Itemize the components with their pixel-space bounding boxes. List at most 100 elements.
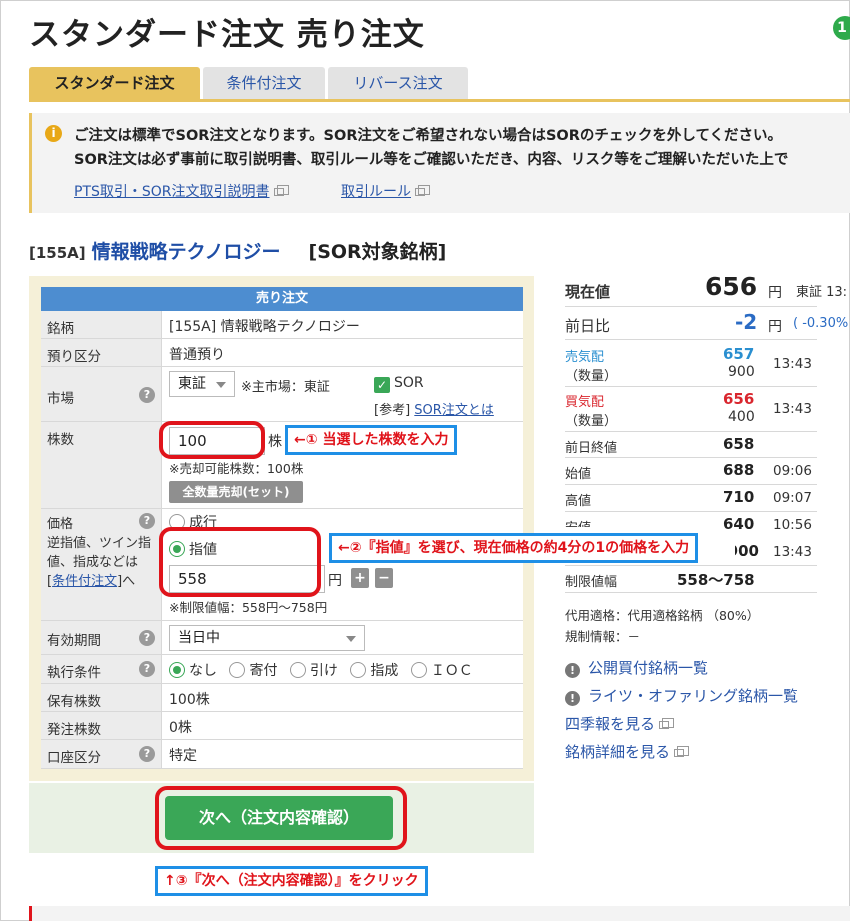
info-icon: i	[45, 125, 62, 142]
radio-button[interactable]	[410, 662, 427, 678]
help-icon[interactable]: ?	[139, 661, 155, 677]
ordered-value: 0株	[169, 720, 192, 736]
radio-button[interactable]	[289, 662, 306, 678]
public-offering-link-row[interactable]: ! 公開買付銘柄一覧	[565, 657, 708, 678]
notice-line-2: SOR注文は必ず事前に取引説明書、取引ルール等をご確認いただき、内容、リスク等を…	[74, 152, 789, 168]
annotation-step-2: ←②『指値』を選び、現在価格の約4分の1の価格を入力	[329, 533, 699, 563]
sell-all-button[interactable]: 全数量売却(セット)	[169, 481, 303, 503]
divider	[565, 592, 817, 593]
condition-open[interactable]: 寄付	[229, 662, 277, 679]
notice-link-pts[interactable]: PTS取引・SOR注文取引説明書	[74, 181, 289, 201]
shares-unit: 株	[268, 434, 282, 450]
annotation-step-3: ↑③『次へ（注文内容確認）』をクリック	[155, 866, 428, 896]
limit-range-value: 558〜758	[677, 571, 755, 589]
conditional-order-link[interactable]: 条件付注文	[52, 574, 117, 589]
low-label: 安値	[565, 517, 591, 527]
open-label: 始値	[565, 467, 592, 482]
bid-time: 13:43	[773, 401, 812, 417]
page-title: スタンダード注文 売り注文	[29, 17, 425, 53]
row-account: 口座区分 ? 特定	[41, 740, 523, 769]
row-holding: 保有株数 100株	[41, 684, 523, 712]
condition-none[interactable]: なし	[169, 662, 217, 679]
check-icon[interactable]: ✓	[374, 377, 390, 393]
sor-checkbox[interactable]: ✓ SOR	[374, 375, 424, 393]
trading-rules-link[interactable]: 取引ルール	[341, 184, 411, 200]
available-shares-note: ※売却可能株数：100株	[169, 461, 304, 476]
tab-underline	[29, 99, 850, 102]
help-icon[interactable]: ?	[139, 513, 155, 529]
highlight-next-button	[155, 786, 407, 850]
row-label: 発注株数	[41, 712, 162, 739]
ask-time: 13:43	[773, 356, 812, 372]
divider	[565, 306, 817, 307]
row-label: 預り区分	[41, 339, 162, 366]
row-market: 市場 ? 東証 ※主市場：東証 ✓ SOR [参考] SOR注文とは	[41, 367, 523, 422]
stock-detail-link-row[interactable]: 銘柄詳細を見る	[565, 741, 690, 762]
custody-value: 普通預り	[169, 347, 225, 363]
tab-conditional-order[interactable]: 条件付注文	[203, 67, 325, 99]
rights-offering-link[interactable]: ライツ・オファリング銘柄一覧	[588, 687, 798, 705]
row-label: 株数	[41, 422, 162, 508]
bid-label: 買気配	[565, 395, 605, 410]
bid-qty-label: （数量）	[565, 414, 618, 429]
radio-button-selected[interactable]	[169, 662, 185, 678]
chevron-down-icon	[216, 382, 226, 388]
notice-link-rules[interactable]: 取引ルール	[341, 181, 430, 201]
ask-label: 売気配	[565, 350, 605, 365]
condition-close[interactable]: 引け	[289, 662, 338, 679]
prev-close-value: 658	[723, 435, 755, 453]
stock-detail-link[interactable]: 銘柄詳細を見る	[565, 743, 670, 761]
collateral-info: 代用適格：代用適格銘柄 （80%）	[565, 608, 760, 623]
current-price-value: 656	[705, 272, 758, 301]
market-select[interactable]: 東証	[169, 371, 235, 397]
change-label: 前日比	[565, 317, 611, 335]
tab-standard-order[interactable]: スタンダード注文	[29, 67, 200, 99]
account-value: 特定	[169, 748, 197, 764]
notification-badge[interactable]: 1	[833, 16, 850, 40]
change-value: -2	[735, 310, 758, 334]
condition-ioc[interactable]: ＩＯＣ	[410, 662, 473, 679]
annotation-step-1: ←① 当選した株数を入力	[285, 425, 458, 455]
row-azukari: 預り区分 普通預り	[41, 339, 523, 367]
row-label: 保有株数	[41, 684, 162, 711]
open-value: 688	[723, 461, 755, 479]
help-icon[interactable]: ?	[139, 387, 155, 403]
shikiho-link[interactable]: 四季報を見る	[565, 715, 655, 733]
price-minus-button[interactable]: −	[375, 568, 393, 588]
regulation-info: 規制情報：－	[565, 629, 641, 644]
alert-icon: !	[565, 663, 580, 678]
limit-range-label: 制限値幅	[565, 575, 618, 590]
help-icon[interactable]: ?	[139, 746, 155, 762]
sor-explanation-link[interactable]: SOR注文とは	[414, 403, 494, 418]
highlight-price	[159, 527, 321, 597]
divider	[565, 565, 817, 566]
notice-line-1: ご注文は標準でSOR注文となります。SOR注文をご希望されない場合はSORのチェ…	[74, 128, 783, 144]
ask-qty: 900	[728, 364, 755, 380]
condition-options: なし 寄付 引け 指成 ＩＯＣ	[169, 660, 473, 680]
row-meigara: 銘柄 [155A] 情報戦略テクノロジー	[41, 311, 523, 339]
help-icon[interactable]: ?	[139, 630, 155, 646]
holding-value: 100株	[169, 692, 210, 708]
shikiho-link-row[interactable]: 四季報を見る	[565, 713, 675, 734]
bottom-notice-strip	[29, 906, 850, 921]
external-window-icon	[415, 185, 430, 196]
stock-name-link[interactable]: 情報戦略テクノロジー	[92, 241, 281, 263]
price-plus-button[interactable]: +	[351, 568, 369, 588]
period-select[interactable]: 当日中	[169, 625, 365, 651]
rights-offering-link-row[interactable]: ! ライツ・オファリング銘柄一覧	[565, 685, 798, 706]
prev-close-label: 前日終値	[565, 441, 618, 456]
pts-sor-explanation-link[interactable]: PTS取引・SOR注文取引説明書	[74, 184, 270, 200]
bid-value: 656	[723, 390, 755, 408]
condition-funari[interactable]: 指成	[350, 662, 398, 679]
current-price-label: 現在値	[565, 283, 611, 301]
divider	[565, 386, 817, 387]
high-time: 09:07	[773, 490, 812, 506]
tab-reverse-order[interactable]: リバース注文	[328, 67, 468, 99]
price-unit: 円	[328, 573, 342, 589]
radio-button[interactable]	[350, 662, 367, 678]
public-offering-link[interactable]: 公開買付銘柄一覧	[588, 659, 708, 677]
alert-icon: !	[565, 691, 580, 706]
radio-button[interactable]	[229, 662, 246, 678]
divider	[565, 511, 817, 512]
sor-reference: [参考] SOR注文とは	[374, 403, 494, 418]
